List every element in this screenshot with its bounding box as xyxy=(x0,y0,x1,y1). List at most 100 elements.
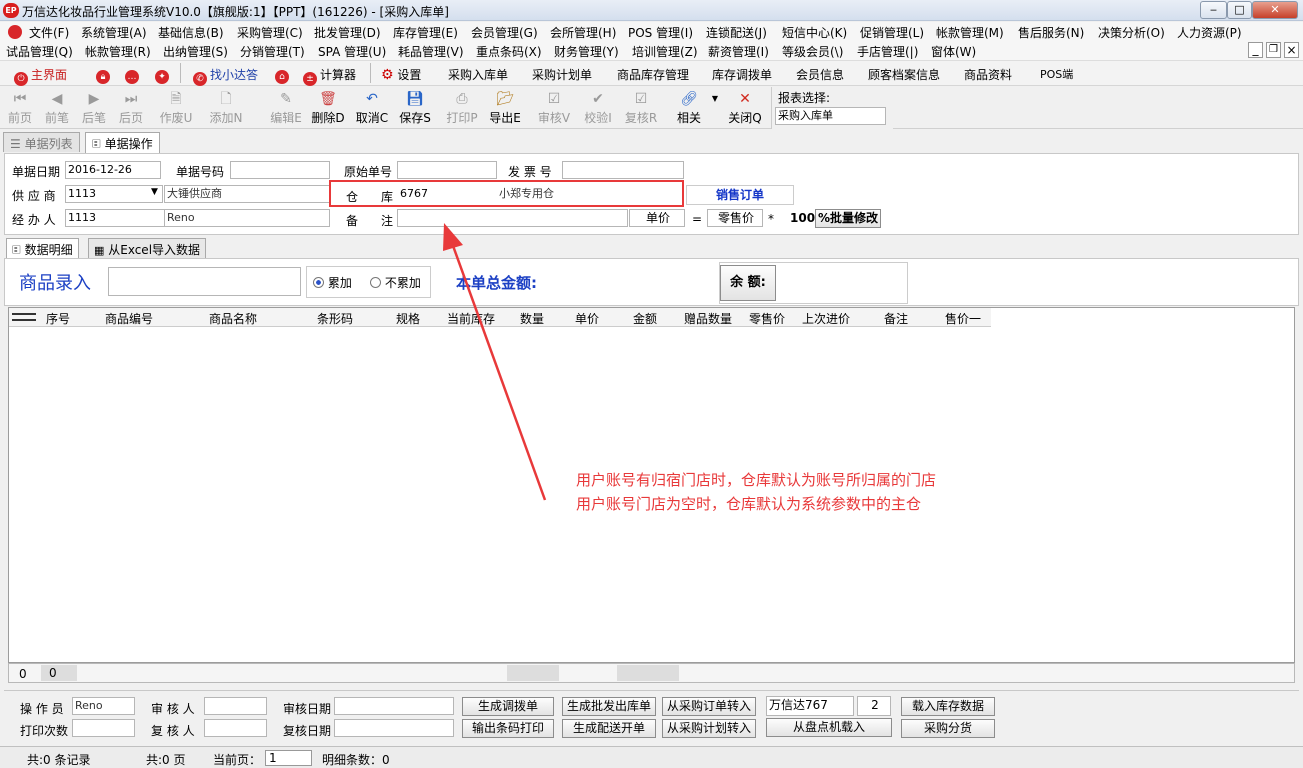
child-close-button[interactable]: × xyxy=(1284,42,1299,58)
menu-sms[interactable]: 短信中心(K) xyxy=(782,24,847,41)
price-basis-field[interactable]: 单价 xyxy=(629,209,685,227)
chat-icon[interactable]: … xyxy=(125,66,142,84)
menu-barcode[interactable]: 重点条码(X) xyxy=(476,43,542,60)
store-field[interactable]: 万信达767 xyxy=(766,696,854,716)
quick-transfer[interactable]: 库存调拨单 xyxy=(712,66,772,83)
col-product-code[interactable]: 商品编号 xyxy=(105,310,153,327)
quick-customer-file[interactable]: 顾客档案信息 xyxy=(868,66,940,83)
close-window-button[interactable]: ✕ xyxy=(1252,1,1298,19)
menu-wholesale[interactable]: 批发管理(D) xyxy=(314,24,381,41)
col-seq[interactable]: 序号 xyxy=(46,310,70,327)
maximize-button[interactable]: □ xyxy=(1227,1,1252,19)
menu-cashier[interactable]: 出纳管理(S) xyxy=(163,43,228,60)
load-stock-data-button[interactable]: 载入库存数据 xyxy=(901,697,995,716)
menu-distribution[interactable]: 分销管理(T) xyxy=(240,43,305,60)
product-entry-input[interactable] xyxy=(108,267,301,296)
handler-code-field[interactable]: 1113 xyxy=(65,209,165,227)
menu-hr[interactable]: 人力资源(P) xyxy=(1177,24,1242,41)
sales-order-label[interactable]: 销售订单 xyxy=(686,185,794,205)
menu-promotion[interactable]: 促销管理(L) xyxy=(860,24,924,41)
menu-consumables[interactable]: 耗品管理(V) xyxy=(398,43,464,60)
first-page-button[interactable]: ⏮ 前页 xyxy=(2,89,38,126)
tab-doc-list[interactable]: ☰ 单据列表 xyxy=(3,132,80,152)
tab-doc-operate[interactable]: 🗉︎ 单据操作 xyxy=(85,132,160,153)
minimize-button[interactable]: ‒ xyxy=(1200,1,1227,19)
quick-member-info[interactable]: 会员信息 xyxy=(796,66,844,83)
export-button[interactable]: 📂︎ 导出E xyxy=(487,89,523,126)
supplier-code-field[interactable]: 1113 xyxy=(65,185,163,203)
grid-menu-icon[interactable] xyxy=(12,313,36,321)
menu-pos[interactable]: POS 管理(I) xyxy=(628,24,693,41)
col-barcode[interactable]: 条形码 xyxy=(317,310,353,327)
tab-excel-import[interactable]: ▦ 从Excel导入数据 xyxy=(88,238,207,258)
from-purchase-order-button[interactable]: 从采购订单转入 xyxy=(662,697,756,716)
related-button[interactable]: 🔗︎ 相关 xyxy=(671,89,707,126)
menu-system[interactable]: 系统管理(A) xyxy=(81,24,147,41)
invoice-field[interactable] xyxy=(562,161,684,179)
col-remark[interactable]: 备注 xyxy=(884,310,908,327)
idea-icon[interactable]: ✦ xyxy=(155,66,172,84)
menu-decision[interactable]: 决策分析(O) xyxy=(1098,24,1165,41)
menu-purchase[interactable]: 采购管理(C) xyxy=(237,24,303,41)
store-number-field[interactable]: 2 xyxy=(857,696,891,716)
prev-record-button[interactable]: ◀ 前笔 xyxy=(39,89,75,126)
menu-member[interactable]: 会员管理(G) xyxy=(471,24,538,41)
from-inventory-device-button[interactable]: 从盘点机载入 xyxy=(766,718,892,737)
retail-price-field[interactable]: 零售价 xyxy=(707,209,763,227)
col-product-name[interactable]: 商品名称 xyxy=(209,310,257,327)
orig-no-field[interactable] xyxy=(397,161,497,179)
quick-purchase-in[interactable]: 采购入库单 xyxy=(448,66,508,83)
menu-file[interactable]: 文件(F) xyxy=(29,24,69,41)
menu-salary[interactable]: 薪资管理(I) xyxy=(708,43,769,60)
menu-inventory[interactable]: 库存管理(E) xyxy=(393,24,458,41)
warehouse-code-field[interactable]: 6767 xyxy=(397,185,497,203)
related-dropdown-arrow[interactable]: ▼ xyxy=(708,89,722,109)
home-house-icon[interactable]: ⌂ xyxy=(275,66,292,84)
child-minimize-button[interactable]: _ xyxy=(1248,42,1263,58)
col-unit-price[interactable]: 单价 xyxy=(575,310,599,327)
docno-field[interactable] xyxy=(230,161,330,179)
print-button[interactable]: ⎙ 打印P xyxy=(444,89,480,126)
menu-finance[interactable]: 财务管理(Y) xyxy=(554,43,619,60)
menu-trial[interactable]: 试品管理(Q) xyxy=(6,43,73,60)
last-page-button[interactable]: ⏭ 后页 xyxy=(113,89,149,126)
void-button[interactable]: 🗎︎ 作废U xyxy=(158,89,194,126)
quick-purchase-plan[interactable]: 采购计划单 xyxy=(532,66,592,83)
quick-pos[interactable]: POS端 xyxy=(1040,66,1073,82)
chevron-down-icon[interactable]: ▼ xyxy=(151,187,158,197)
menu-window[interactable]: 窗体(W) xyxy=(931,43,976,60)
child-restore-button[interactable]: ❐ xyxy=(1266,42,1281,58)
menu-accounts[interactable]: 帐款管理(M) xyxy=(936,24,1004,41)
no-accumulate-radio[interactable]: 不累加 xyxy=(370,274,421,291)
menu-spa[interactable]: SPA 管理(U) xyxy=(318,43,386,60)
audit-button[interactable]: ☑ 审核V xyxy=(536,89,572,126)
percent-value[interactable]: 100 xyxy=(790,211,815,225)
from-purchase-plan-button[interactable]: 从采购计划转入 xyxy=(662,719,756,738)
menu-store[interactable]: 手店管理(|) xyxy=(857,43,918,60)
current-page-input[interactable]: 1 xyxy=(265,750,312,766)
col-spec[interactable]: 规格 xyxy=(396,310,420,327)
menu-aftersales[interactable]: 售后服务(N) xyxy=(1018,24,1084,41)
menu-level-member[interactable]: 等级会员(\) xyxy=(782,43,843,60)
menu-chain[interactable]: 连锁配送(J) xyxy=(706,24,767,41)
generate-transfer-button[interactable]: 生成调拨单 xyxy=(462,697,554,716)
print-barcode-button[interactable]: 输出条码打印 xyxy=(462,719,554,738)
generate-wholesale-out-button[interactable]: 生成批发出库单 xyxy=(562,697,656,716)
col-last-cost[interactable]: 上次进价 xyxy=(802,310,850,327)
save-button[interactable]: 💾︎ 保存S xyxy=(397,89,433,126)
generate-dispatch-button[interactable]: 生成配送开单 xyxy=(562,719,656,738)
quick-stock-manage[interactable]: 商品库存管理 xyxy=(617,66,689,83)
col-gift-qty[interactable]: 赠品数量 xyxy=(684,310,732,327)
calculator-link[interactable]: ± 计算器 xyxy=(303,66,356,86)
find-helper-link[interactable]: ✆ 找小达答 xyxy=(193,66,258,86)
verify-button[interactable]: ✔ 校验I xyxy=(580,89,616,126)
batch-modify-button[interactable]: %批量修改 xyxy=(815,209,881,228)
col-amount[interactable]: 金额 xyxy=(633,310,657,327)
menu-basic-info[interactable]: 基础信息(B) xyxy=(158,24,224,41)
accumulate-radio[interactable]: 累加 xyxy=(313,274,352,291)
add-button[interactable]: 🗋︎ 添加N xyxy=(208,89,244,126)
menu-training[interactable]: 培训管理(Z) xyxy=(632,43,698,60)
purchase-distribute-button[interactable]: 采购分货 xyxy=(901,719,995,738)
quick-product-info[interactable]: 商品资料 xyxy=(964,66,1012,83)
close-form-button[interactable]: ✕ 关闭Q xyxy=(727,89,763,126)
